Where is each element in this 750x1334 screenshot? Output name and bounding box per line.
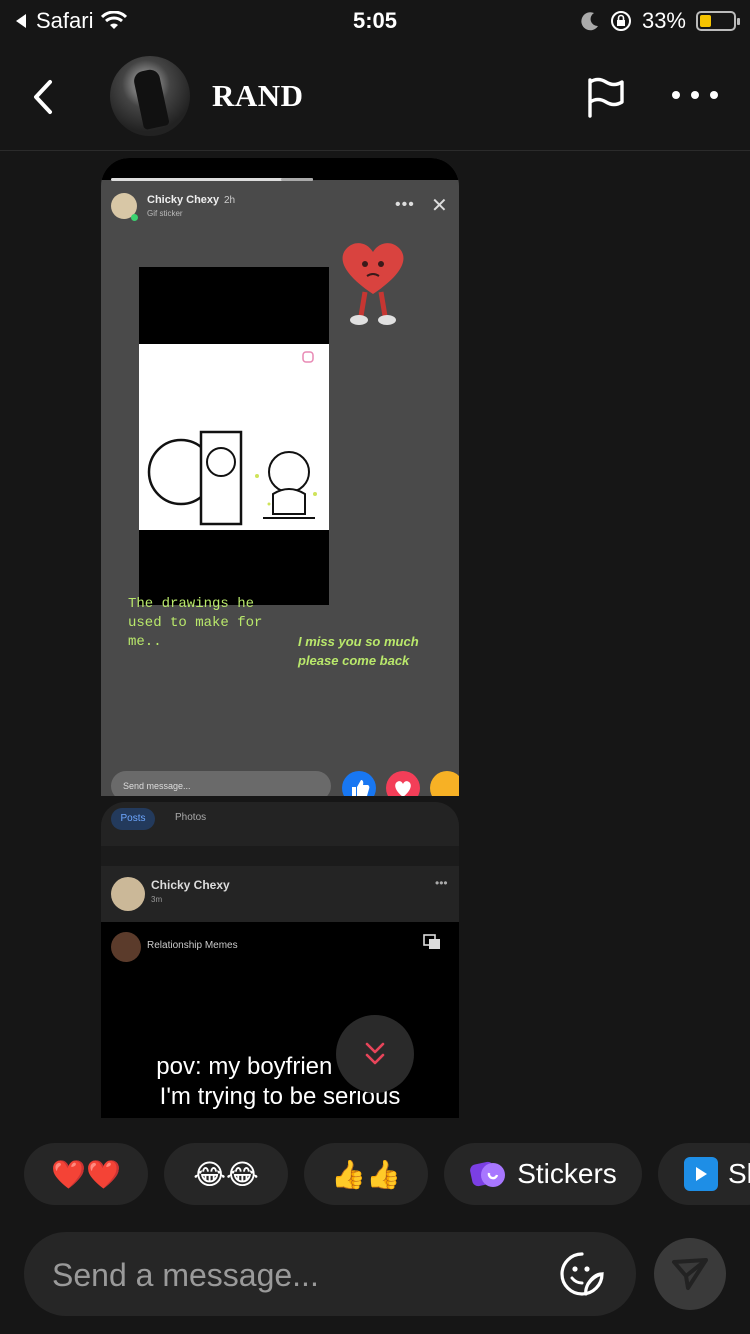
heart-character-sticker	[342, 243, 404, 325]
send-button[interactable]	[654, 1238, 726, 1310]
wow-reaction-icon	[430, 771, 459, 796]
stickers-icon	[470, 1161, 506, 1187]
post-tabs: Posts Photos	[101, 802, 459, 846]
status-right: 33%	[580, 8, 740, 34]
story-time: 2h	[224, 195, 236, 206]
back-chevron-icon[interactable]	[28, 74, 62, 120]
story-caption-left: The drawings he used to make for me..	[128, 595, 262, 652]
story-drawing-image	[139, 267, 329, 605]
hearts-reaction-button[interactable]: ❤️❤️	[24, 1143, 148, 1205]
quick-reaction-bar: ❤️❤️ 😂😂 👍👍 Stickers Sl	[0, 1143, 750, 1205]
more-options-icon[interactable]	[672, 82, 718, 108]
caption-line: used to make for	[128, 615, 263, 631]
message-composer	[24, 1232, 636, 1316]
chat-header: RAND	[0, 44, 750, 151]
sticker-picker-icon[interactable]	[558, 1250, 606, 1298]
slideshow-label: Sl	[728, 1158, 750, 1189]
moon-icon	[581, 12, 598, 31]
story-caption-right: I miss you so much please come back	[298, 632, 419, 670]
battery-icon	[696, 11, 740, 31]
contact-name[interactable]: RAND	[212, 78, 304, 114]
double-chevron-down-icon	[365, 1042, 385, 1065]
hearts-emoji: ❤️❤️	[51, 1158, 121, 1190]
page-avatar	[111, 932, 141, 962]
story-subtitle: Gif sticker	[147, 209, 183, 218]
story-poster-name: Chicky Chexy	[147, 194, 220, 206]
page-name: Relationship Memes	[147, 940, 238, 951]
caption-left-line: The drawings he used to make for me..	[128, 595, 262, 652]
post-poster-avatar	[111, 877, 145, 911]
post-header-row	[101, 866, 459, 922]
caption-line: I miss you so much	[298, 634, 419, 649]
status-bar: Safari 5:05 33%	[0, 0, 750, 44]
sketch-drawing	[147, 351, 317, 526]
stickers-button[interactable]: Stickers	[444, 1143, 642, 1205]
battery-fill	[700, 15, 711, 27]
tab-posts: Posts	[111, 808, 155, 830]
story-more-icon: •••	[395, 196, 415, 213]
thumbs-emoji: 👍👍	[331, 1158, 401, 1190]
drawing-panel	[139, 344, 329, 530]
scroll-to-bottom-button[interactable]	[336, 1015, 414, 1093]
story-top-bar	[101, 158, 459, 180]
slideshow-button[interactable]: Sl	[658, 1143, 750, 1205]
laughs-reaction-button[interactable]: 😂😂	[164, 1143, 288, 1205]
caption-line: me..	[128, 634, 162, 650]
multiple-images-icon	[423, 934, 440, 949]
post-time: 3m	[151, 895, 163, 904]
story-close-icon: ✕	[431, 195, 448, 217]
caption-line: The drawings he	[128, 596, 255, 612]
story-progress-bar-next	[281, 178, 313, 181]
story-message-input: Send message...	[111, 771, 331, 796]
post-poster-name: Chicky Chexy	[151, 878, 230, 892]
contact-avatar[interactable]	[110, 56, 190, 136]
send-plane-icon	[672, 1258, 708, 1290]
caption-right-line: I miss you so much please come back	[298, 632, 419, 670]
thumbs-reaction-button[interactable]: 👍👍	[304, 1143, 428, 1205]
message-input[interactable]	[50, 1250, 514, 1300]
post-more-icon: •••	[435, 876, 448, 890]
online-dot	[131, 214, 138, 221]
meme-line1-start: pov: my boyfrien	[156, 1053, 333, 1080]
play-icon	[684, 1157, 718, 1191]
caption-line: please come back	[298, 653, 410, 668]
flag-icon[interactable]	[584, 74, 630, 120]
love-reaction-icon	[386, 771, 420, 796]
laughs-emoji: 😂😂	[193, 1158, 259, 1190]
orientation-lock-icon	[610, 11, 631, 31]
stickers-label: Stickers	[517, 1158, 617, 1189]
shared-story[interactable]: Chicky Chexy 2h Gif sticker ••• ✕ The dr…	[101, 158, 459, 796]
like-reaction-icon	[342, 771, 376, 796]
battery-percent: 33%	[641, 8, 686, 33]
tab-photos: Photos	[175, 812, 207, 823]
